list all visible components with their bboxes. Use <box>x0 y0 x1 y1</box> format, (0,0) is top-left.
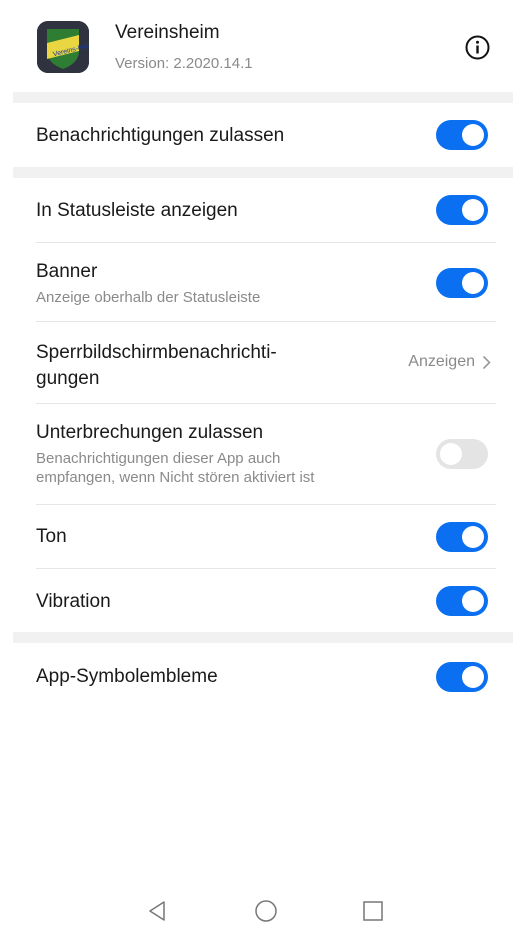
interruptions-toggle[interactable] <box>436 439 488 469</box>
app-version: Version: 2.2020.14.1 <box>115 55 253 72</box>
vibration-toggle[interactable] <box>436 586 488 616</box>
setting-title: In Statusleiste anzeigen <box>36 200 238 221</box>
setting-title: Unterbrechungen zulassen <box>36 422 264 443</box>
section-gap <box>13 92 513 103</box>
setting-vibration[interactable]: Vibration <box>0 569 513 632</box>
statusbar-toggle[interactable] <box>436 195 488 225</box>
recents-square-icon[interactable] <box>353 891 393 931</box>
setting-sound[interactable]: Ton <box>0 505 513 568</box>
app-logo-icon: Vereins-heim <box>37 21 89 73</box>
sound-toggle[interactable] <box>436 522 488 552</box>
setting-title: Banner <box>36 261 98 282</box>
section-gap <box>13 167 513 178</box>
app-name: Vereinsheim <box>115 22 220 43</box>
setting-app-badges[interactable]: App-Symbolembleme <box>0 643 513 710</box>
setting-subtitle-line1: Benachrichtigungen dieser App auch <box>36 450 281 467</box>
system-navbar <box>0 880 513 933</box>
setting-show-in-statusbar[interactable]: In Statusleiste anzeigen <box>0 178 513 242</box>
chevron-right-icon <box>482 355 491 369</box>
setting-title-line1: Sperrbildschirmbenachrichti- <box>36 342 277 363</box>
setting-title-line2: gungen <box>36 368 100 389</box>
setting-title: Vibration <box>36 591 111 612</box>
setting-lockscreen-notifications[interactable]: Sperrbildschirmbenachrichti- gungen Anze… <box>0 322 513 403</box>
lockscreen-value-text: Anzeigen <box>408 353 475 370</box>
badges-toggle[interactable] <box>436 662 488 692</box>
back-triangle-icon[interactable] <box>138 891 178 931</box>
allow-notifications-toggle[interactable] <box>436 120 488 150</box>
home-circle-icon[interactable] <box>246 891 286 931</box>
setting-allow-interruptions[interactable]: Unterbrechungen zulassen Benachrichtigun… <box>0 404 513 504</box>
lockscreen-value: Anzeigen <box>408 353 491 371</box>
setting-subtitle-line2: empfangen, wenn Nicht stören aktiviert i… <box>36 469 315 486</box>
setting-banner[interactable]: Banner Anzeige oberhalb der Statusleiste <box>0 243 513 321</box>
section-gap <box>13 632 513 643</box>
banner-toggle[interactable] <box>436 268 488 298</box>
setting-title: App-Symbolembleme <box>36 666 218 687</box>
setting-subtitle: Anzeige oberhalb der Statusleiste <box>36 289 261 306</box>
setting-allow-notifications[interactable]: Benachrichtigungen zulassen <box>0 103 513 167</box>
info-icon[interactable] <box>465 35 490 60</box>
app-header: Vereins-heim Vereinsheim Version: 2.2020… <box>0 0 513 92</box>
setting-title: Benachrichtigungen zulassen <box>36 125 285 146</box>
setting-title: Ton <box>36 526 67 547</box>
